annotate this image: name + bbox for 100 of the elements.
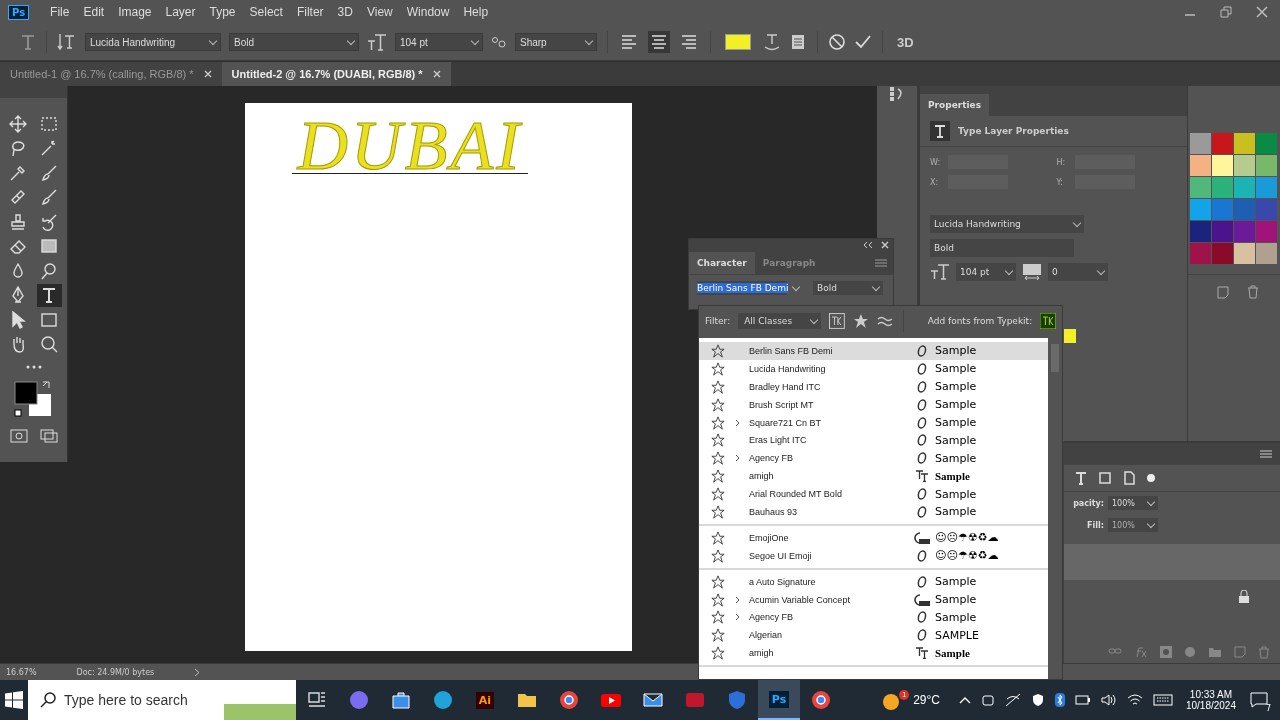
star-outline-icon[interactable]: [711, 433, 725, 448]
color-swatch[interactable]: [1234, 155, 1255, 176]
battery-icon[interactable]: [1074, 695, 1091, 705]
star-outline-icon[interactable]: [711, 646, 725, 661]
color-swatch[interactable]: [1234, 243, 1255, 264]
star-outline-icon[interactable]: [711, 530, 725, 545]
close-icon[interactable]: [432, 70, 441, 78]
color-swatch[interactable]: [1212, 243, 1233, 264]
history-icon[interactable]: [889, 86, 905, 102]
star-outline-icon[interactable]: [711, 592, 725, 607]
panels-icon[interactable]: [789, 33, 807, 51]
color-swatch[interactable]: [1234, 221, 1255, 242]
type-tool-icon[interactable]: [36, 283, 62, 307]
menu-icon[interactable]: [1260, 450, 1272, 458]
chevron-up-icon[interactable]: [958, 696, 971, 704]
menu-item[interactable]: File: [43, 5, 77, 19]
windows-start-icon[interactable]: [5, 691, 23, 709]
font-row[interactable]: Brush Script MT Sample: [699, 395, 1048, 414]
color-swatch[interactable]: [1256, 199, 1277, 220]
network-icon[interactable]: [1004, 693, 1021, 707]
font-family-dropdown[interactable]: Lucida Handwriting: [85, 33, 221, 51]
color-swatch[interactable]: [1212, 199, 1233, 220]
filter-dropdown[interactable]: All Classes: [738, 313, 822, 329]
star-outline-icon[interactable]: [711, 574, 725, 589]
font-row[interactable]: Agency FB Sample: [699, 608, 1048, 627]
filter-toggle-icon[interactable]: [1146, 473, 1156, 483]
menu-item[interactable]: 3D: [330, 5, 360, 19]
star-outline-icon[interactable]: [711, 379, 725, 394]
star-outline-icon[interactable]: [711, 610, 725, 625]
chevron-right-icon[interactable]: [734, 595, 740, 604]
font-row[interactable]: EmojiOne ☺☹☂☢♻☁: [699, 528, 1048, 547]
wifi-icon[interactable]: [1126, 693, 1143, 707]
font-row[interactable]: Segoe UI Emoji ☺☹☂☢♻☁: [699, 546, 1048, 565]
chevron-right-icon[interactable]: [734, 454, 740, 463]
keyboard-icon[interactable]: [1152, 694, 1173, 706]
font-family-dropdown[interactable]: Lucida Handwriting: [930, 215, 1084, 233]
camera-icon[interactable]: [980, 693, 995, 707]
color-swatch[interactable]: [1190, 155, 1211, 176]
clock-time[interactable]: 10:33 AM: [1189, 689, 1233, 700]
app-logo[interactable]: Ps: [8, 4, 30, 20]
color-swatch[interactable]: [1212, 177, 1233, 198]
font-row[interactable]: Eras Light ITC Sample: [699, 431, 1048, 450]
text-orientation-icon[interactable]: [57, 33, 77, 51]
color-swatch[interactable]: [1190, 243, 1211, 264]
3d-button[interactable]: 3D: [897, 34, 914, 50]
color-swatch[interactable]: [1256, 243, 1277, 264]
star-outline-icon[interactable]: [711, 469, 725, 484]
chevron-right-icon[interactable]: [194, 667, 201, 677]
font-row[interactable]: a Auto Signature Sample: [699, 572, 1048, 591]
type-filter-icon[interactable]: [1074, 471, 1088, 485]
font-style-dropdown[interactable]: Bold: [930, 239, 1074, 257]
font-size-dropdown[interactable]: 104 pt: [956, 263, 1016, 281]
color-swatch[interactable]: [1234, 133, 1255, 154]
antialias-dropdown[interactable]: Sharp: [515, 33, 597, 51]
color-swatch[interactable]: [1256, 177, 1277, 198]
color-swatch[interactable]: [1234, 199, 1255, 220]
font-row[interactable]: Bauhaus 93 Sample: [699, 503, 1048, 521]
font-row[interactable]: Bradley Hand ITC Sample: [699, 377, 1048, 396]
lock-icon[interactable]: [1238, 590, 1250, 604]
close-icon[interactable]: [881, 241, 889, 249]
color-swatch[interactable]: [1256, 221, 1277, 242]
fill-field[interactable]: 100%: [1108, 518, 1158, 532]
smart-object-filter-icon[interactable]: [1122, 471, 1136, 485]
font-row[interactable]: Arial Rounded MT Bold Sample: [699, 485, 1048, 503]
menu-item[interactable]: Select: [242, 5, 290, 19]
zoom-level[interactable]: 16.67%: [6, 667, 37, 677]
color-swatch[interactable]: [1190, 133, 1211, 154]
menu-item[interactable]: Type: [202, 5, 243, 19]
font-row[interactable]: Algerian SAMPLE: [699, 626, 1048, 645]
new-swatch-icon[interactable]: [1216, 285, 1230, 299]
chevron-right-icon[interactable]: [734, 418, 740, 427]
color-swatch[interactable]: [1212, 221, 1233, 242]
menu-item[interactable]: Layer: [158, 5, 203, 19]
typekit-filter-icon[interactable]: [829, 313, 846, 329]
commit-icon[interactable]: [854, 33, 872, 51]
star-outline-icon[interactable]: [711, 397, 725, 412]
tracking-dropdown[interactable]: 0: [1048, 263, 1108, 281]
temperature[interactable]: 29°C: [913, 693, 940, 707]
document-tab[interactable]: Untitled-1 @ 16.7% (calling, RGB/8) *: [0, 62, 222, 86]
bluetooth-icon[interactable]: [1054, 693, 1065, 707]
warp-text-icon[interactable]: [763, 33, 781, 51]
color-swatch[interactable]: [1212, 133, 1233, 154]
star-outline-icon[interactable]: [711, 548, 725, 563]
document-tab[interactable]: Untitled-2 @ 16.7% (DUABI, RGB/8) *: [221, 62, 451, 86]
close-icon[interactable]: [203, 70, 212, 78]
star-outline-icon[interactable]: [711, 487, 725, 502]
star-outline-icon[interactable]: [711, 451, 725, 466]
star-outline-icon[interactable]: [711, 504, 725, 519]
color-swatch[interactable]: [1234, 177, 1255, 198]
cancel-icon[interactable]: [828, 33, 846, 51]
menu-item[interactable]: View: [359, 5, 400, 19]
trash-icon[interactable]: [1246, 285, 1260, 299]
close-icon[interactable]: [1256, 6, 1268, 18]
color-swatch[interactable]: [1256, 155, 1277, 176]
font-style-dropdown[interactable]: Bold: [229, 33, 359, 51]
color-swatch[interactable]: [1190, 177, 1211, 198]
menu-item[interactable]: Help: [456, 5, 496, 19]
restore-icon[interactable]: [1220, 6, 1232, 18]
color-swatch[interactable]: [1212, 155, 1233, 176]
font-row[interactable]: Agency FB Sample: [699, 449, 1048, 468]
